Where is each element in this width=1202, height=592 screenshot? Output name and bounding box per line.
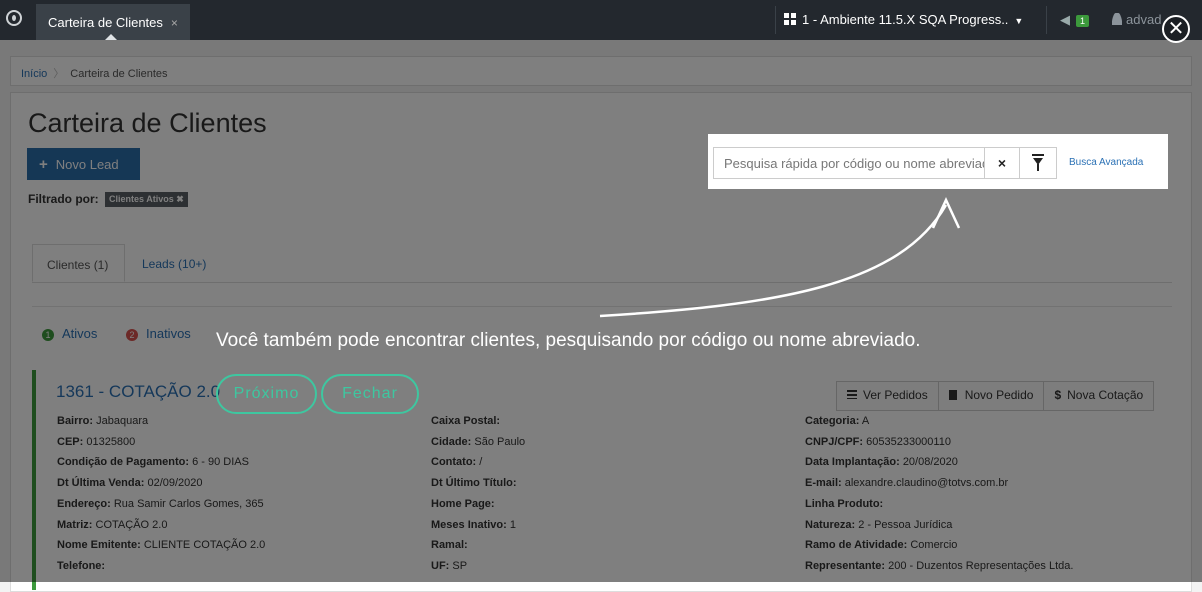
tour-next-button[interactable]: Próximo — [216, 374, 317, 414]
tour-pointer-arrow — [599, 197, 961, 318]
tour-message: Você também pode encontrar clientes, pes… — [216, 330, 921, 351]
tour-close-button[interactable]: Fechar — [321, 374, 419, 414]
